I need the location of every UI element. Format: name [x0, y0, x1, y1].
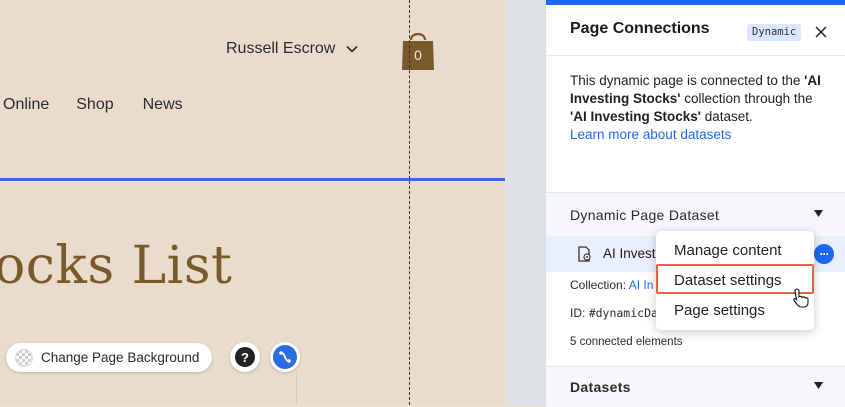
menu-item-page-settings[interactable]: Page settings: [674, 302, 765, 319]
dataset-name: 'AI Investing Stocks': [570, 109, 701, 124]
menu-item-dataset-settings[interactable]: Dataset settings: [674, 272, 782, 289]
id-label: ID:: [570, 306, 586, 320]
intro-text: through the: [744, 91, 813, 106]
connect-icon: [273, 345, 297, 369]
intro-text: This dynamic page is connected to the: [570, 73, 801, 88]
member-login[interactable]: Russell Escrow: [226, 40, 359, 58]
intro-text: collection: [684, 91, 741, 106]
guide-line: [296, 372, 297, 405]
dataset-icon: [578, 246, 591, 262]
editor-canvas[interactable]: Russell Escrow 0 Online Shop News ocks L…: [0, 0, 505, 405]
dynamic-badge: Dynamic: [747, 24, 802, 41]
site-menu: Online Shop News: [0, 96, 183, 114]
gridline-dashed: [409, 0, 410, 405]
menu-item-manage-content[interactable]: Manage content: [674, 242, 782, 259]
editor-gutter: [505, 0, 545, 405]
panel-title: Page Connections: [570, 20, 710, 37]
user-name: Russell Escrow: [226, 40, 336, 57]
connected-elements: 5 connected elements: [570, 336, 683, 348]
shopping-bag-icon[interactable]: 0: [400, 28, 436, 72]
nav-item-news[interactable]: News: [143, 96, 183, 114]
id-value: #dynamicDa: [588, 306, 658, 320]
collection-info: Collection: AI In: [570, 278, 653, 292]
connect-button[interactable]: [270, 342, 300, 372]
nav-item-online[interactable]: Online: [3, 96, 49, 114]
page-connections-panel: Page Connections Dynamic This dynamic pa…: [545, 0, 845, 407]
cart-count: 0: [414, 47, 422, 63]
change-background-label: Change Page Background: [41, 350, 200, 365]
learn-more-link[interactable]: Learn more about datasets: [570, 126, 830, 144]
section-label: Dynamic Page Dataset: [570, 207, 720, 223]
more-icon[interactable]: ···: [814, 244, 834, 264]
nav-item-shop[interactable]: Shop: [76, 96, 113, 114]
collection-value[interactable]: AI In: [629, 278, 654, 292]
chevron-down-icon: [346, 45, 358, 53]
id-info: ID: #dynamicDa: [570, 306, 658, 320]
close-icon[interactable]: [814, 25, 828, 39]
panel-header: Page Connections Dynamic: [546, 5, 845, 56]
triangle-down-icon: [814, 382, 823, 389]
background-icon: [15, 348, 33, 367]
page-title[interactable]: ocks List: [0, 236, 232, 296]
dataset-context-menu: Manage content Dataset settings Page set…: [656, 231, 814, 330]
dataset-row-label: AI Invest: [603, 246, 656, 261]
section-divider-selected: [0, 178, 505, 181]
section-datasets[interactable]: Datasets: [546, 366, 845, 407]
change-background-button[interactable]: Change Page Background: [6, 343, 213, 372]
collection-label: Collection:: [570, 278, 627, 292]
pointer-cursor-icon: [793, 288, 809, 308]
section-label: Datasets: [570, 379, 631, 395]
intro-text: dataset.: [704, 109, 753, 124]
help-button[interactable]: ?: [230, 342, 260, 372]
help-icon: ?: [235, 347, 255, 367]
triangle-down-icon: [814, 210, 823, 217]
panel-description: This dynamic page is connected to the 'A…: [570, 72, 830, 144]
